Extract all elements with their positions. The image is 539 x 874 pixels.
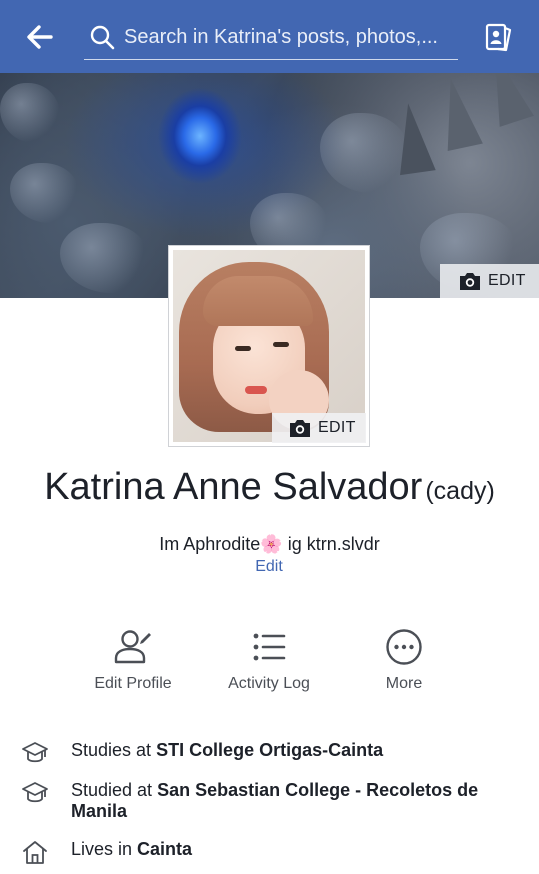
graduation-cap-icon bbox=[22, 782, 48, 803]
profile-picture-edit-button[interactable]: EDIT bbox=[272, 413, 366, 443]
profile-nickname: (cady) bbox=[425, 477, 495, 505]
bio-text-before: Im Aphrodite bbox=[159, 534, 261, 554]
intro-text: Studied at San Sebastian College - Recol… bbox=[71, 780, 511, 822]
intro-prefix: Studied at bbox=[71, 780, 158, 800]
profile-switch-button[interactable] bbox=[480, 20, 516, 54]
camera-icon bbox=[290, 420, 310, 437]
cover-spike bbox=[433, 75, 483, 151]
edit-profile-button[interactable]: Edit Profile bbox=[73, 627, 193, 693]
home-icon bbox=[23, 841, 47, 864]
profile-name: Katrina Anne Salvador bbox=[44, 466, 423, 508]
cover-scale-texture bbox=[0, 83, 60, 143]
activity-log-label: Activity Log bbox=[228, 675, 310, 692]
cover-scale-texture bbox=[10, 163, 80, 223]
intro-value: STI College Ortigas-Cainta bbox=[156, 740, 384, 760]
cover-edit-label: EDIT bbox=[488, 272, 526, 289]
activity-log-icon bbox=[253, 633, 286, 661]
profile-actions: Edit Profile Activity Log More bbox=[0, 627, 539, 697]
intro-text: Studies at STI College Ortigas-Cainta bbox=[71, 740, 511, 761]
edit-profile-icon bbox=[114, 630, 151, 664]
profile-card-icon bbox=[485, 23, 512, 52]
back-button[interactable] bbox=[22, 20, 58, 54]
bio-emoji: 🌸 bbox=[260, 534, 283, 555]
back-arrow-icon bbox=[27, 25, 53, 49]
search-bar[interactable] bbox=[84, 16, 458, 60]
profile-name-row: Katrina Anne Salvador (cady) bbox=[0, 466, 539, 509]
more-icon bbox=[386, 629, 422, 665]
search-input[interactable] bbox=[124, 22, 454, 52]
top-bar bbox=[0, 0, 539, 73]
intro-prefix: Lives in bbox=[71, 839, 138, 859]
intro-prefix: Studies at bbox=[71, 740, 157, 760]
cover-spike bbox=[478, 73, 534, 127]
more-button[interactable]: More bbox=[344, 627, 464, 693]
edit-profile-label: Edit Profile bbox=[94, 675, 172, 692]
intro-value: Cainta bbox=[137, 839, 193, 859]
camera-icon bbox=[460, 273, 480, 290]
bio-edit-link[interactable]: Edit bbox=[244, 558, 294, 576]
profile-picture-edit-label: EDIT bbox=[318, 419, 356, 436]
more-label: More bbox=[385, 675, 423, 692]
activity-log-button[interactable]: Activity Log bbox=[209, 627, 329, 693]
search-icon bbox=[90, 25, 115, 50]
cover-scale-texture bbox=[60, 223, 150, 293]
cover-edit-button[interactable]: EDIT bbox=[440, 264, 539, 298]
graduation-cap-icon bbox=[22, 742, 48, 763]
intro-text: Lives in Cainta bbox=[71, 839, 511, 860]
bio-text-after: ig ktrn.slvdr bbox=[282, 534, 380, 554]
profile-bio: Im Aphrodite🌸 ig ktrn.slvdr bbox=[0, 534, 539, 555]
